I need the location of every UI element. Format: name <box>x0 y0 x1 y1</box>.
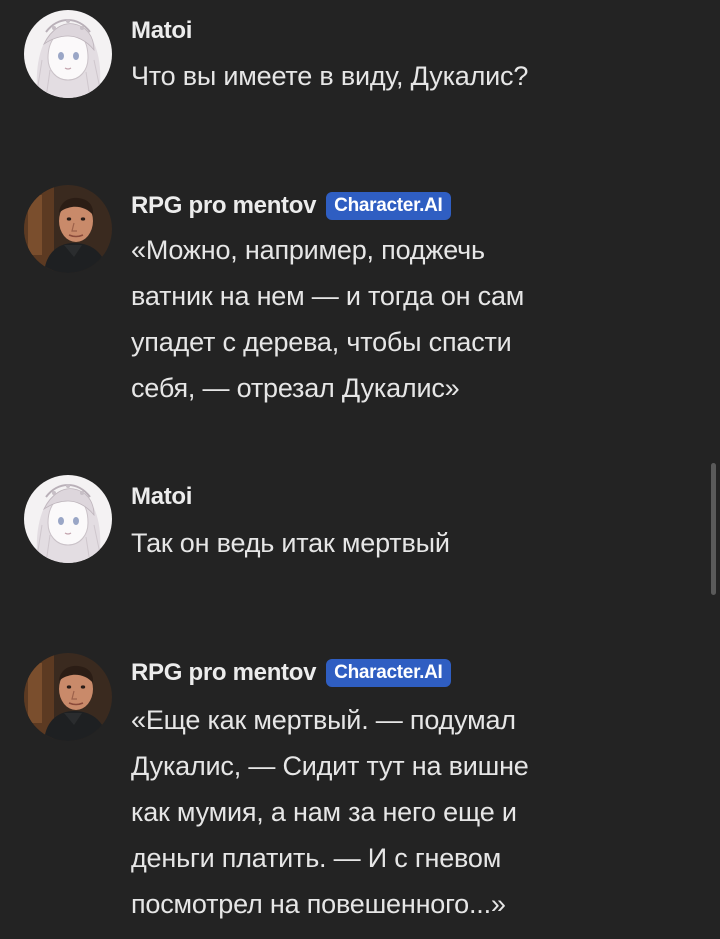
chat-message: Matoi Так он ведь итак мертвый <box>0 465 700 605</box>
message-header: Matoi <box>131 483 192 511</box>
chat-messages-list[interactable]: Matoi Что вы имеете в виду, Дукалис? RPG… <box>0 0 720 939</box>
author-name[interactable]: Matoi <box>131 483 192 511</box>
message-text: «Еще как мертвый. — подумал Дукалис, — С… <box>131 697 651 927</box>
message-line: посмотрел на повешенного...» <box>131 889 506 919</box>
message-text: «Можно, например, поджечь ватник на нем … <box>131 227 651 411</box>
message-line: упадет с дерева, чтобы спасти <box>131 327 512 357</box>
message-line: себя, — отрезал Дукалис» <box>131 373 460 403</box>
man-photo-avatar-icon <box>24 653 112 741</box>
author-name[interactable]: RPG pro mentov <box>131 659 316 687</box>
avatar[interactable] <box>24 653 112 741</box>
author-name[interactable]: Matoi <box>131 17 192 45</box>
chat-message: Matoi Что вы имеете в виду, Дукалис? <box>0 0 700 140</box>
character-ai-badge: Character.AI <box>326 659 451 687</box>
message-header: RPG pro mentov Character.AI <box>131 192 451 220</box>
anime-girl-avatar-icon <box>24 475 112 563</box>
chat-message: RPG pro mentov Character.AI «Можно, напр… <box>0 180 700 420</box>
message-line: «Еще как мертвый. — подумал <box>131 705 516 735</box>
scrollbar-thumb[interactable] <box>711 463 716 595</box>
message-line: «Можно, например, поджечь <box>131 235 485 265</box>
message-header: RPG pro mentov Character.AI <box>131 659 451 687</box>
message-line: как мумия, а нам за него еще и <box>131 797 517 827</box>
message-line: ватник на нем — и тогда он сам <box>131 281 525 311</box>
anime-girl-avatar-icon <box>24 10 112 98</box>
message-text: Так он ведь итак мертвый <box>131 520 651 566</box>
man-photo-avatar-icon <box>24 185 112 273</box>
avatar[interactable] <box>24 185 112 273</box>
message-text: Что вы имеете в виду, Дукалис? <box>131 53 651 99</box>
message-line: Так он ведь итак мертвый <box>131 528 450 558</box>
chat-message: RPG pro mentov Character.AI «Еще как мер… <box>0 645 700 935</box>
avatar[interactable] <box>24 475 112 563</box>
message-line: деньги платить. — И с гневом <box>131 843 502 873</box>
message-line: Дукалис, — Сидит тут на вишне <box>131 751 529 781</box>
message-line: Что вы имеете в виду, Дукалис? <box>131 61 529 91</box>
message-header: Matoi <box>131 17 192 45</box>
character-ai-badge: Character.AI <box>326 192 451 220</box>
author-name[interactable]: RPG pro mentov <box>131 192 316 220</box>
avatar[interactable] <box>24 10 112 98</box>
